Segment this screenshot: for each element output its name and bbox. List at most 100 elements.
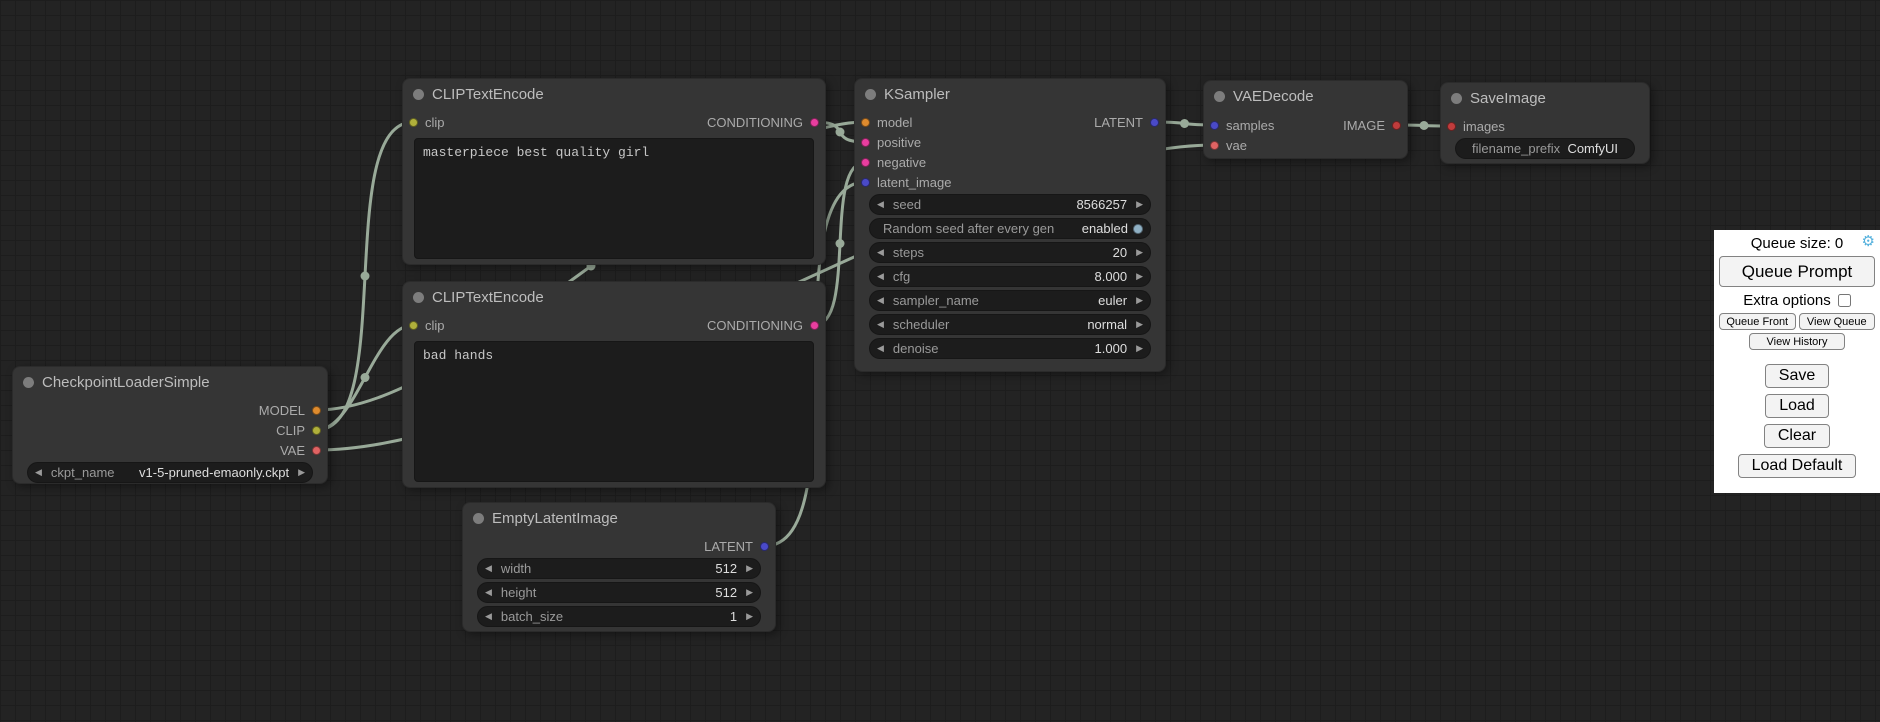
node-title: KSampler <box>884 86 950 103</box>
settings-gear-icon[interactable]: ⚙ <box>1862 234 1875 249</box>
input-slot-latent-image: latent_image <box>855 175 951 190</box>
output-slot-latent: LATENT <box>704 539 775 554</box>
increment-arrow-icon[interactable]: ▶ <box>746 588 753 597</box>
decrement-arrow-icon[interactable]: ◀ <box>877 296 884 305</box>
decrement-arrow-icon[interactable]: ◀ <box>485 588 492 597</box>
node-ksampler[interactable]: KSampler model LATENT positive negative … <box>854 78 1166 372</box>
increment-arrow-icon[interactable]: ▶ <box>1136 296 1143 305</box>
queue-size-label: Queue size: 0 <box>1751 235 1844 252</box>
extra-options-checkbox[interactable] <box>1838 294 1851 307</box>
increment-arrow-icon[interactable]: ▶ <box>1136 248 1143 257</box>
increment-arrow-icon[interactable]: ▶ <box>1136 200 1143 209</box>
queue-front-button[interactable]: Queue Front <box>1719 313 1796 330</box>
load-default-button[interactable]: Load Default <box>1738 454 1857 478</box>
latent-slot-dot[interactable] <box>861 178 870 187</box>
batch-size-widget[interactable]: ◀ batch_size 1 ▶ <box>477 606 761 627</box>
view-history-button[interactable]: View History <box>1749 333 1845 350</box>
collapse-dot-icon[interactable] <box>865 89 876 100</box>
vae-slot-dot[interactable] <box>1210 141 1219 150</box>
filename-prefix-widget[interactable]: filename_prefix ComfyUI <box>1455 138 1635 159</box>
node-title-bar[interactable]: VAEDecode <box>1204 81 1407 111</box>
collapse-dot-icon[interactable] <box>413 292 424 303</box>
collapse-dot-icon[interactable] <box>1214 91 1225 102</box>
node-title: VAEDecode <box>1233 88 1314 105</box>
node-title-bar[interactable]: EmptyLatentImage <box>463 503 775 533</box>
denoise-widget[interactable]: ◀ denoise 1.000 ▶ <box>869 338 1151 359</box>
decrement-arrow-icon[interactable]: ◀ <box>877 344 884 353</box>
node-title-bar[interactable]: KSampler <box>855 79 1165 109</box>
node-title: EmptyLatentImage <box>492 510 618 527</box>
input-slot-clip: clip <box>403 115 445 130</box>
collapse-dot-icon[interactable] <box>23 377 34 388</box>
increment-arrow-icon[interactable]: ▶ <box>1136 320 1143 329</box>
load-button[interactable]: Load <box>1765 394 1829 418</box>
conditioning-slot-dot[interactable] <box>861 158 870 167</box>
conditioning-slot-dot[interactable] <box>861 138 870 147</box>
image-slot-dot[interactable] <box>1392 121 1401 130</box>
save-button[interactable]: Save <box>1765 364 1829 388</box>
decrement-arrow-icon[interactable]: ◀ <box>877 272 884 281</box>
vae-slot-dot[interactable] <box>312 446 321 455</box>
model-slot-dot[interactable] <box>312 406 321 415</box>
node-title-bar[interactable]: CLIPTextEncode <box>403 282 825 312</box>
image-slot-dot[interactable] <box>1447 122 1456 131</box>
sampler-name-widget[interactable]: ◀ sampler_name euler ▶ <box>869 290 1151 311</box>
decrement-arrow-icon[interactable]: ◀ <box>877 320 884 329</box>
node-clip-text-encode-positive[interactable]: CLIPTextEncode clip CONDITIONING masterp… <box>402 78 826 265</box>
queue-prompt-button[interactable]: Queue Prompt <box>1719 256 1875 287</box>
toggle-enabled-dot[interactable] <box>1133 224 1143 234</box>
output-slot-clip: CLIP <box>276 423 327 438</box>
input-slot-samples: samples <box>1204 118 1274 133</box>
clip-slot-dot[interactable] <box>409 118 418 127</box>
extra-options-row: Extra options <box>1743 292 1851 309</box>
increment-arrow-icon[interactable]: ▶ <box>746 564 753 573</box>
width-widget[interactable]: ◀ width 512 ▶ <box>477 558 761 579</box>
extra-options-label: Extra options <box>1743 292 1831 309</box>
latent-slot-dot[interactable] <box>1150 118 1159 127</box>
scheduler-widget[interactable]: ◀ scheduler normal ▶ <box>869 314 1151 335</box>
decrement-arrow-icon[interactable]: ◀ <box>485 612 492 621</box>
input-slot-positive: positive <box>855 135 921 150</box>
steps-widget[interactable]: ◀ steps 20 ▶ <box>869 242 1151 263</box>
random-seed-toggle-widget[interactable]: Random seed after every gen enabled <box>869 218 1151 239</box>
height-widget[interactable]: ◀ height 512 ▶ <box>477 582 761 603</box>
ckpt-name-widget[interactable]: ◀ ckpt_name v1-5-pruned-emaonly.ckpt ▶ <box>27 462 313 483</box>
clear-button[interactable]: Clear <box>1764 424 1830 448</box>
node-empty-latent-image[interactable]: EmptyLatentImage LATENT ◀ width 512 ▶ ◀ … <box>462 502 776 632</box>
decrement-arrow-icon[interactable]: ◀ <box>485 564 492 573</box>
input-slot-images: images <box>1441 119 1505 134</box>
increment-arrow-icon[interactable]: ▶ <box>298 468 305 477</box>
latent-slot-dot[interactable] <box>1210 121 1219 130</box>
node-clip-text-encode-negative[interactable]: CLIPTextEncode clip CONDITIONING bad han… <box>402 281 826 488</box>
view-queue-button[interactable]: View Queue <box>1799 313 1876 330</box>
queue-size-row: Queue size: 0 ⚙ <box>1719 233 1875 254</box>
node-checkpoint-loader-simple[interactable]: CheckpointLoaderSimple MODEL CLIP VAE ◀ … <box>12 366 328 484</box>
collapse-dot-icon[interactable] <box>413 89 424 100</box>
model-slot-dot[interactable] <box>861 118 870 127</box>
conditioning-slot-dot[interactable] <box>810 321 819 330</box>
decrement-arrow-icon[interactable]: ◀ <box>877 248 884 257</box>
collapse-dot-icon[interactable] <box>1451 93 1462 104</box>
node-title-bar[interactable]: CheckpointLoaderSimple <box>13 367 327 397</box>
positive-prompt-textarea[interactable]: masterpiece best quality girl <box>414 138 814 259</box>
comfyui-canvas: { "colors": { "wire": "#99aa99", "slot":… <box>0 0 1880 722</box>
increment-arrow-icon[interactable]: ▶ <box>1136 344 1143 353</box>
collapse-dot-icon[interactable] <box>473 513 484 524</box>
increment-arrow-icon[interactable]: ▶ <box>746 612 753 621</box>
output-slot-image: IMAGE <box>1343 118 1407 133</box>
clip-slot-dot[interactable] <box>409 321 418 330</box>
clip-slot-dot[interactable] <box>312 426 321 435</box>
node-vae-decode[interactable]: VAEDecode samples IMAGE vae <box>1203 80 1408 159</box>
node-title-bar[interactable]: SaveImage <box>1441 83 1649 113</box>
node-save-image[interactable]: SaveImage images filename_prefix ComfyUI <box>1440 82 1650 164</box>
decrement-arrow-icon[interactable]: ◀ <box>35 468 42 477</box>
conditioning-slot-dot[interactable] <box>810 118 819 127</box>
latent-slot-dot[interactable] <box>760 542 769 551</box>
cfg-widget[interactable]: ◀ cfg 8.000 ▶ <box>869 266 1151 287</box>
input-slot-clip: clip <box>403 318 445 333</box>
negative-prompt-textarea[interactable]: bad hands <box>414 341 814 482</box>
decrement-arrow-icon[interactable]: ◀ <box>877 200 884 209</box>
node-title-bar[interactable]: CLIPTextEncode <box>403 79 825 109</box>
increment-arrow-icon[interactable]: ▶ <box>1136 272 1143 281</box>
seed-widget[interactable]: ◀ seed 8566257 ▶ <box>869 194 1151 215</box>
